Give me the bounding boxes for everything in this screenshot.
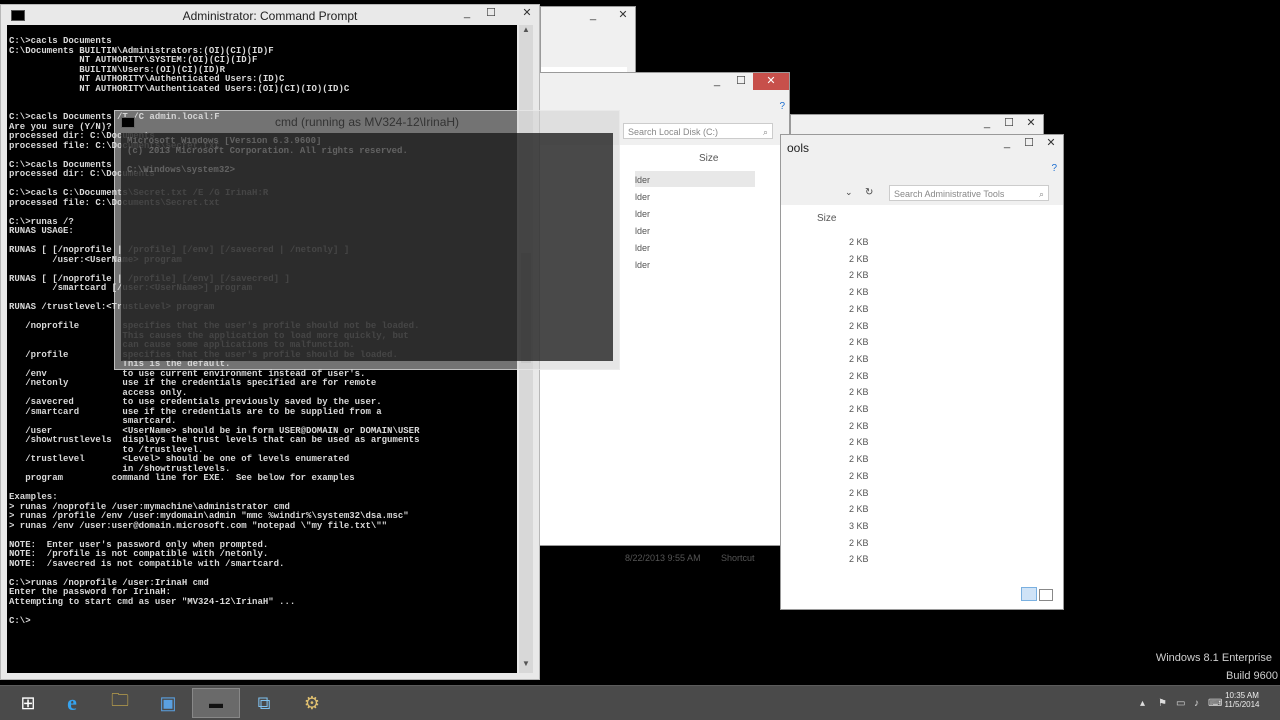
keyboard-icon[interactable]: ⌨ [1208,698,1222,709]
list-item[interactable]: 2 KB [849,454,869,464]
list-item[interactable]: 2 KB [849,488,869,498]
minimize-icon[interactable]: _ [581,7,605,24]
window-title: cmd (running as MV324-12\IrinaH) [274,115,460,129]
help-icon[interactable]: ? [1051,163,1057,174]
maximize-icon[interactable]: ☐ [479,5,503,22]
console-line: program command line for EXE. See below … [9,473,355,483]
list-item[interactable]: 2 KB [849,504,869,514]
close-icon[interactable]: ✕ [1019,115,1043,132]
network-tray-icon[interactable]: ▭ [1176,698,1185,709]
edition-watermark: Windows 8.1 Enterprise [1155,652,1272,664]
list-item[interactable]: 2 KB [849,437,869,447]
admin-tools-icon[interactable]: ⚙ [288,688,336,718]
details-view-icon[interactable] [1021,587,1037,601]
clock-time: 10:35 AM [1225,691,1259,700]
search-placeholder: Search Local Disk (C:) [628,127,719,137]
explorer-disk-titlebar[interactable]: _ ☐ ✕ [539,73,789,95]
list-item[interactable]: lder [635,260,650,270]
footer-type: Shortcut [721,553,755,563]
list-item[interactable]: 2 KB [849,254,869,264]
list-item[interactable]: 2 KB [849,321,869,331]
console-line: NT AUTHORITY\Authenticated Users:(OI)(CI… [9,83,350,94]
list-item[interactable]: 2 KB [849,421,869,431]
clock[interactable]: 10:35 AM 11/5/2014 [1222,691,1262,709]
list-item[interactable]: 2 KB [849,471,869,481]
list-item[interactable]: lder [635,175,650,185]
powershell-icon[interactable]: ▣ [144,688,192,718]
command-prompt-icon[interactable]: ▬ [192,688,240,718]
console-line: Attempting to start cmd as user "MV324-1… [9,596,296,607]
minimize-icon[interactable]: _ [455,5,479,22]
footer-date: 8/22/2013 9:55 AM [625,553,701,563]
clock-date: 11/5/2014 [1224,700,1260,709]
list-item[interactable]: 2 KB [849,287,869,297]
console-line: > runas /env /user:user@domain.microsoft… [9,520,388,531]
search-icon: ⌕ [1038,189,1044,199]
list-item[interactable]: 2 KB [849,237,869,247]
large-icons-view-icon[interactable] [1039,589,1053,601]
flag-icon[interactable]: ⚑ [1158,698,1167,709]
user-command-prompt-window[interactable]: cmd (running as MV324-12\IrinaH) Microso… [114,110,620,370]
volume-icon[interactable]: ♪ [1194,698,1199,709]
taskbar: ⊞ e 🗀 ▣ ▬ ⧉ ⚙ ▴ ⚑ ▭ ♪ ⌨ 10:35 AM 11/5/20… [0,685,1280,720]
chevron-down-icon[interactable]: ⌄ [845,187,853,198]
maximize-icon[interactable]: ☐ [729,73,753,90]
minimize-icon[interactable]: _ [705,73,729,90]
window-title-fragment: ools [787,141,810,155]
minimize-icon[interactable]: _ [995,135,1019,152]
list-item[interactable]: 3 KB [849,521,869,531]
console-line: NOTE: /savecred is not compatible with /… [9,558,285,569]
list-item[interactable]: lder [635,243,650,253]
user-cmd-titlebar[interactable]: cmd (running as MV324-12\IrinaH) [115,111,619,133]
explorer-back-titlebar[interactable]: _ ✕ [541,7,635,29]
refresh-icon[interactable]: ↻ [865,187,873,198]
list-item[interactable]: 2 KB [849,404,869,414]
list-item[interactable]: 2 KB [849,304,869,314]
maximize-icon[interactable]: ☐ [997,115,1021,132]
file-list-pane: Size 2 KB 2 KB 2 KB 2 KB 2 KB 2 KB 2 KB 2 KB 2 K… [625,205,1063,609]
arrow-up-icon[interactable]: ▴ [1140,698,1145,709]
console-line: (c) 2013 Microsoft Corporation. All righ… [127,145,408,156]
list-item[interactable]: 2 KB [849,387,869,397]
list-item[interactable]: 2 KB [849,554,869,564]
search-placeholder: Search Administrative Tools [894,189,1005,199]
close-icon[interactable]: ✕ [1039,135,1063,152]
console-line: C:\Windows\system32> [127,164,236,175]
search-icon: ⌕ [762,127,768,137]
help-icon[interactable]: ? [779,101,785,112]
list-item[interactable]: 2 KB [849,538,869,548]
close-icon[interactable]: ✕ [515,5,539,22]
minimize-icon[interactable]: _ [975,115,999,132]
explorer-admin-titlebar[interactable]: ools _ ☐ ✕ [781,135,1063,157]
list-item[interactable]: 2 KB [849,354,869,364]
search-input[interactable]: Search Local Disk (C:) ⌕ [623,123,773,139]
console-line: C:\> [9,615,31,626]
close-icon[interactable]: ✕ [753,73,789,90]
list-item[interactable]: 2 KB [849,270,869,280]
network-icon[interactable]: ⧉ [240,688,288,718]
file-explorer-icon[interactable]: 🗀 [96,688,144,718]
size-column-header[interactable]: Size [817,213,836,224]
list-item[interactable]: 2 KB [849,371,869,381]
list-item[interactable]: lder [635,209,650,219]
scroll-up-icon[interactable]: ▲ [519,25,533,39]
selected-row[interactable] [635,171,755,187]
admin-cmd-titlebar[interactable]: Administrator: Command Prompt _ ☐ ✕ [1,5,539,25]
close-icon[interactable]: ✕ [611,7,635,24]
list-item[interactable]: lder [635,192,650,202]
console-output: Microsoft Windows [Version 6.3.9600] (c) … [127,137,595,333]
scroll-down-icon[interactable]: ▼ [519,659,533,673]
list-item[interactable]: lder [635,226,650,236]
list-item[interactable]: 2 KB [849,337,869,347]
explorer-window-admin-tools[interactable]: ools _ ☐ ✕ ? ⌄ ↻ Search Administrative T… [625,134,1064,610]
search-input[interactable]: Search Administrative Tools ⌕ [889,185,1049,201]
maximize-icon[interactable]: ☐ [1017,135,1041,152]
size-column-header[interactable]: Size [699,153,718,164]
internet-explorer-icon[interactable]: e [48,688,96,718]
build-watermark: Build 9600 [1226,670,1278,682]
start-icon[interactable]: ⊞ [4,688,52,718]
